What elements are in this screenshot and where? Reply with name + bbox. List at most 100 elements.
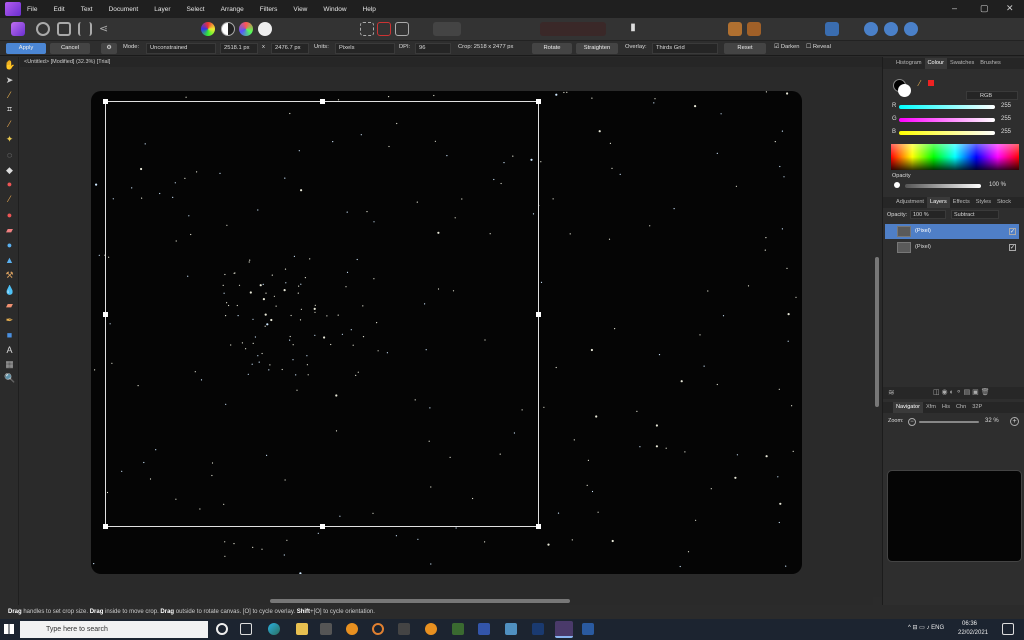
smudge-brush-icon[interactable]: ▰ bbox=[4, 300, 15, 311]
export-persona-icon[interactable]: ⋖ bbox=[99, 22, 113, 36]
task-view-icon[interactable] bbox=[240, 623, 252, 635]
apply-button[interactable]: Apply bbox=[6, 43, 46, 54]
app-icon-ring[interactable] bbox=[372, 623, 384, 635]
horizontal-scrollbar[interactable] bbox=[20, 597, 873, 605]
minimize-icon[interactable]: – bbox=[952, 3, 957, 13]
tab-history[interactable]: His bbox=[939, 402, 953, 413]
app-icon-dark-blue[interactable] bbox=[582, 623, 594, 635]
document-tab[interactable]: <Untitled> [Modified] (32.3%) [Trial] bbox=[20, 57, 882, 67]
move-tool-icon[interactable]: ➤ bbox=[4, 75, 15, 86]
blemish-icon[interactable]: ▲ bbox=[4, 255, 15, 266]
store-icon[interactable] bbox=[320, 623, 332, 635]
blue-value[interactable]: 255 bbox=[1001, 129, 1011, 135]
crop-handle-left[interactable] bbox=[103, 312, 108, 317]
vertical-scroll-thumb[interactable] bbox=[875, 257, 879, 407]
close-icon[interactable]: ✕ bbox=[1006, 3, 1014, 14]
crop-height-field[interactable]: 2476.7 px bbox=[271, 43, 309, 54]
zoom-in-icon[interactable]: + bbox=[1010, 417, 1019, 426]
marquee-icon[interactable] bbox=[360, 22, 374, 36]
menu-layer[interactable]: Layer bbox=[154, 6, 170, 13]
windows-start-icon[interactable] bbox=[4, 624, 14, 634]
menu-help[interactable]: Help bbox=[363, 6, 376, 13]
vertical-scrollbar[interactable] bbox=[873, 67, 882, 597]
red-value[interactable]: 255 bbox=[1001, 103, 1011, 109]
menu-select[interactable]: Select bbox=[187, 6, 205, 13]
crop-width-field[interactable]: 2518.1 px bbox=[220, 43, 258, 54]
zoom-out-icon[interactable]: − bbox=[908, 418, 916, 426]
colour-picker-icon[interactable]: ⁄ bbox=[4, 90, 15, 101]
arrange-back-icon[interactable] bbox=[728, 22, 742, 36]
crop-handle-bottom-right[interactable] bbox=[536, 524, 541, 529]
auto-colours-icon[interactable] bbox=[239, 22, 253, 36]
units-dropdown[interactable]: Pixels bbox=[335, 43, 395, 54]
crop-handle-bottom-left[interactable] bbox=[103, 524, 108, 529]
photo-persona-icon[interactable] bbox=[11, 22, 25, 36]
horizontal-scroll-thumb[interactable] bbox=[270, 599, 570, 603]
opacity-slider[interactable] bbox=[905, 184, 981, 188]
zoom-slider[interactable] bbox=[919, 421, 979, 423]
marquee-tool-icon[interactable]: ◌ bbox=[4, 150, 15, 161]
mode-dropdown[interactable]: Unconstrained bbox=[146, 43, 216, 54]
tab-navigator[interactable]: Navigator bbox=[893, 402, 923, 413]
crop-handle-top-left[interactable] bbox=[103, 99, 108, 104]
colour-spectrum[interactable] bbox=[891, 144, 1019, 170]
tab-transform[interactable]: Xfm bbox=[923, 402, 939, 413]
tab-colour[interactable]: Colour bbox=[924, 58, 947, 69]
zoom-tool-icon[interactable]: 🔍 bbox=[4, 373, 15, 384]
paint-brush-icon[interactable]: ⁄ bbox=[4, 194, 15, 205]
crop-tool-icon[interactable]: ⌗ bbox=[4, 104, 15, 115]
tab-32p[interactable]: 32P bbox=[969, 402, 985, 413]
shape-tool-icon[interactable]: ■ bbox=[4, 330, 15, 341]
green-slider[interactable] bbox=[899, 118, 995, 122]
ungroup-icon[interactable] bbox=[904, 22, 918, 36]
darken-checkbox[interactable]: ☑ Darken bbox=[774, 44, 800, 50]
taskbar-search-input[interactable]: Type here to search bbox=[20, 621, 208, 638]
menu-filters[interactable]: Filters bbox=[260, 6, 278, 13]
dpi-field[interactable]: 96 bbox=[415, 43, 451, 54]
photoshop-icon[interactable] bbox=[532, 623, 544, 635]
crop-rectangle[interactable] bbox=[103, 99, 541, 529]
blue-slider[interactable] bbox=[899, 131, 995, 135]
liquify-persona-icon[interactable] bbox=[36, 22, 50, 36]
zoom-value[interactable]: 32 % bbox=[985, 418, 999, 424]
mask-icon[interactable] bbox=[864, 22, 878, 36]
menu-window[interactable]: Window bbox=[323, 6, 346, 13]
affinity-taskbar-icon[interactable] bbox=[555, 621, 573, 638]
reset-button[interactable]: Reset bbox=[724, 43, 766, 54]
tab-stock[interactable]: Stock bbox=[994, 197, 1014, 208]
tab-brushes[interactable]: Brushes bbox=[977, 58, 1004, 69]
primary-colour-swatch[interactable] bbox=[898, 84, 911, 97]
menu-arrange[interactable]: Arrange bbox=[221, 6, 244, 13]
develop-persona-icon[interactable] bbox=[57, 22, 71, 36]
selection-brush-icon[interactable]: ⁄ bbox=[4, 119, 15, 130]
crop-handle-top[interactable] bbox=[320, 99, 325, 104]
auto-contrast-icon[interactable] bbox=[221, 22, 235, 36]
app-icon-gray[interactable] bbox=[398, 623, 410, 635]
menu-view[interactable]: View bbox=[293, 6, 307, 13]
tab-effects[interactable]: Effects bbox=[950, 197, 973, 208]
rotate-button[interactable]: Rotate bbox=[532, 43, 572, 54]
tab-adjustment[interactable]: Adjustment bbox=[893, 197, 927, 208]
layer-row[interactable]: (Pixel) ✓ bbox=[885, 224, 1019, 239]
auto-white-balance-icon[interactable] bbox=[258, 22, 272, 36]
canvas-area[interactable] bbox=[20, 67, 873, 597]
maximize-icon[interactable]: ▢ bbox=[980, 3, 989, 14]
hand-tool-icon[interactable]: ✋ bbox=[4, 60, 15, 71]
system-tray-icons[interactable]: ^ ⊟ ▭ ♪ ENG bbox=[908, 624, 944, 631]
erase-brush-icon[interactable]: ▰ bbox=[4, 225, 15, 236]
green-value[interactable]: 255 bbox=[1001, 116, 1011, 122]
app-icon-blue[interactable] bbox=[478, 623, 490, 635]
layer-visibility-checkbox[interactable]: ✓ bbox=[1009, 228, 1016, 235]
layer-row[interactable]: (Pixel) ✓ bbox=[885, 240, 1019, 255]
clone-brush-icon[interactable]: ● bbox=[4, 240, 15, 251]
cancel-button[interactable]: Cancel bbox=[50, 43, 90, 54]
red-slider[interactable] bbox=[899, 105, 995, 109]
tab-channels[interactable]: Chn bbox=[953, 402, 969, 413]
menu-document[interactable]: Document bbox=[109, 6, 139, 13]
eyedropper-icon[interactable]: ⁄ bbox=[919, 79, 920, 88]
opacity-value[interactable]: 100 % bbox=[989, 182, 1006, 188]
align-icon[interactable] bbox=[825, 22, 839, 36]
tab-styles[interactable]: Styles bbox=[973, 197, 994, 208]
layer-opacity-dropdown[interactable]: 100 % bbox=[910, 210, 946, 219]
app-icon-green[interactable] bbox=[452, 623, 464, 635]
